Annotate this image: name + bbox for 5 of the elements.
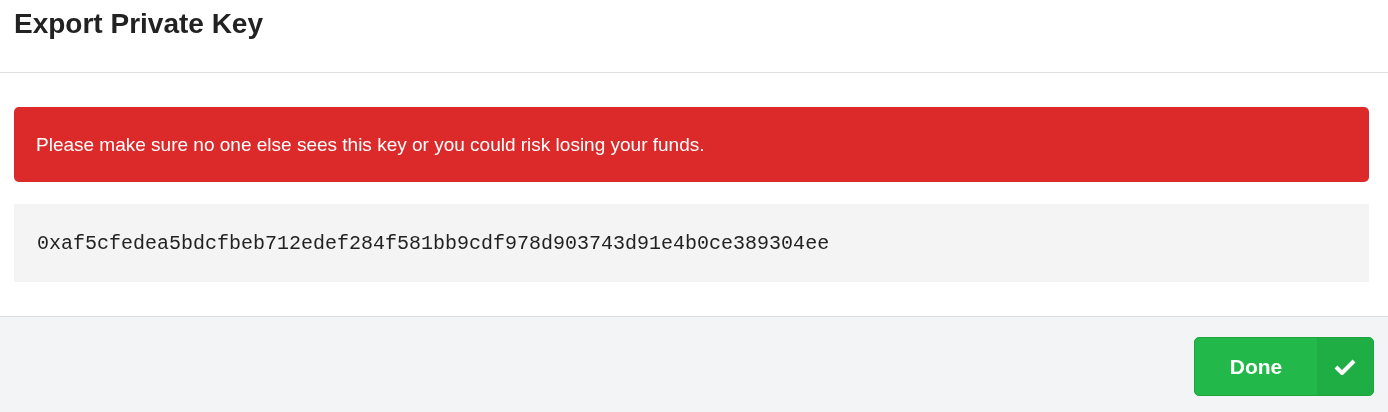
warning-message: Please make sure no one else sees this key or you could risk losing your funds. [36, 133, 705, 156]
private-key-text: 0xaf5cfedea5bdcfbeb712edef284f581bb9cdf978d903743d91e4b0ce389304ee [37, 231, 830, 255]
done-button[interactable]: Done [1194, 337, 1374, 396]
checkmark-icon [1334, 357, 1356, 376]
dialog-title: Export Private Key [14, 8, 263, 40]
